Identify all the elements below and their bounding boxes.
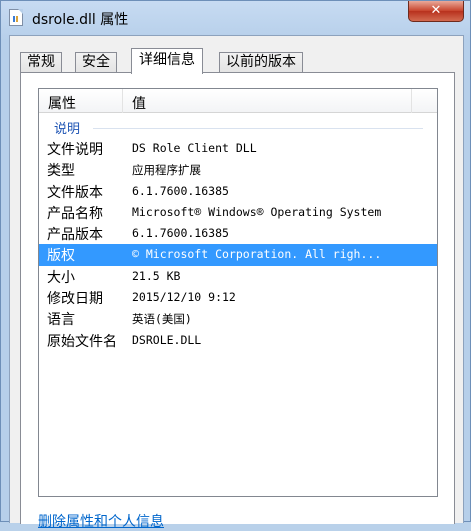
property-value: DS Role Client DLL xyxy=(132,141,257,155)
details-rows: 文件说明 DS Role Client DLL 类型 应用程序扩展 文件版本 6… xyxy=(39,138,437,351)
property-name: 类型 xyxy=(47,163,75,180)
tab-previous-versions[interactable]: 以前的版本 xyxy=(219,52,303,73)
details-list[interactable]: 属性 值 说明 文件说明 DS Role Client DLL 类型 应用程序扩… xyxy=(38,88,438,497)
property-value: 6.1.7600.16385 xyxy=(132,183,229,198)
detail-row[interactable]: 文件版本 6.1.7600.16385 xyxy=(39,181,437,202)
detail-row[interactable]: 类型 应用程序扩展 xyxy=(39,159,437,180)
close-button[interactable]: ✕ xyxy=(408,1,464,22)
property-value: 2015/12/10 9:12 xyxy=(132,290,236,305)
property-value: Microsoft® Windows® Operating System xyxy=(132,204,382,219)
dll-file-icon xyxy=(9,9,23,26)
property-name: 产品名称 xyxy=(47,205,103,222)
property-name: 原始文件名 xyxy=(47,333,117,350)
property-name: 修改日期 xyxy=(47,291,103,308)
property-value: 6.1.7600.16385 xyxy=(132,226,229,241)
tab-details[interactable]: 详细信息 xyxy=(131,48,203,74)
details-panel: 属性 值 说明 文件说明 DS Role Client DLL 类型 应用程序扩… xyxy=(20,72,455,530)
remove-properties-link[interactable]: 删除属性和个人信息 xyxy=(38,511,164,531)
property-name: 产品版本 xyxy=(47,227,103,244)
properties-window: dsrole.dll 属性 ✕ 常规 安全 详细信息 以前的版本 属性 值 说明 xyxy=(0,0,471,530)
group-divider xyxy=(93,128,423,129)
detail-row[interactable]: 大小 21.5 KB xyxy=(39,266,437,287)
detail-row-selected[interactable]: 版权 © Microsoft Corporation. All righ... xyxy=(39,244,437,266)
title-bar[interactable]: dsrole.dll 属性 ✕ xyxy=(1,1,470,35)
property-value: 应用程序扩展 xyxy=(132,163,201,178)
detail-row[interactable]: 原始文件名 DSROLE.DLL xyxy=(39,330,437,351)
dialog-body: 常规 安全 详细信息 以前的版本 属性 值 说明 文件说明 DS Role Cl… xyxy=(9,35,464,530)
property-name: 文件说明 xyxy=(47,142,103,158)
window-title: dsrole.dll 属性 xyxy=(32,12,129,28)
property-name: 语言 xyxy=(47,312,75,329)
detail-row[interactable]: 修改日期 2015/12/10 9:12 xyxy=(39,287,437,308)
property-value: DSROLE.DLL xyxy=(132,332,202,347)
group-heading-description: 说明 xyxy=(54,122,81,137)
property-value: 英语(美国) xyxy=(132,312,192,327)
detail-row[interactable]: 文件说明 DS Role Client DLL xyxy=(39,138,437,159)
column-divider[interactable] xyxy=(122,89,123,113)
tab-security[interactable]: 安全 xyxy=(75,52,117,73)
detail-row[interactable]: 产品名称 Microsoft® Windows® Operating Syste… xyxy=(39,202,437,223)
detail-row[interactable]: 产品版本 6.1.7600.16385 xyxy=(39,223,437,244)
column-header-property[interactable]: 属性 xyxy=(48,93,76,113)
property-name: 文件版本 xyxy=(47,184,103,201)
detail-row[interactable]: 语言 英语(美国) xyxy=(39,308,437,329)
column-divider[interactable] xyxy=(411,89,412,113)
list-header: 属性 值 xyxy=(39,89,437,113)
property-value: 21.5 KB xyxy=(132,268,181,283)
column-header-value[interactable]: 值 xyxy=(132,93,146,113)
property-name: 版权 xyxy=(47,248,75,265)
tab-general[interactable]: 常规 xyxy=(20,52,62,73)
close-icon: ✕ xyxy=(430,3,442,18)
property-name: 大小 xyxy=(47,269,75,286)
property-value: © Microsoft Corporation. All righ... xyxy=(132,247,382,262)
